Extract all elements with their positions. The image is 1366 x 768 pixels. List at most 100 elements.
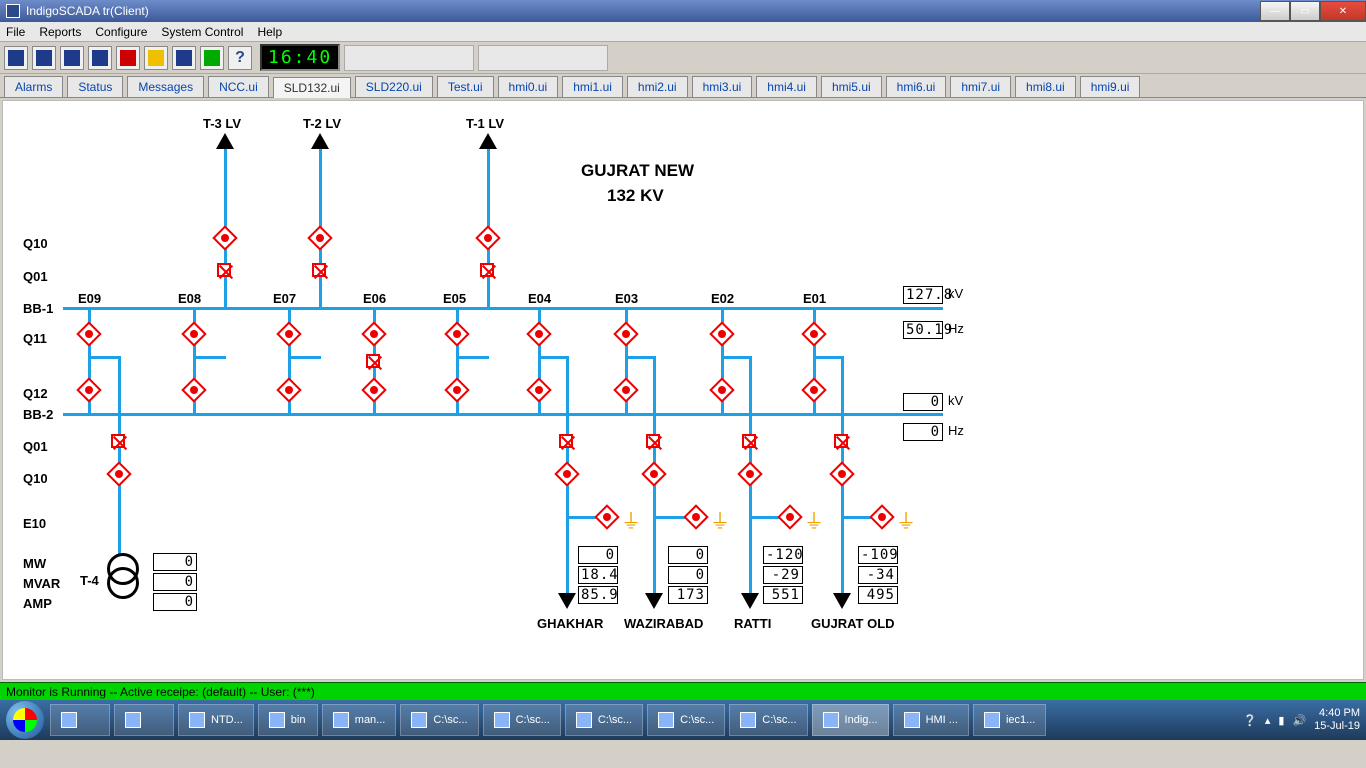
q10b-e04[interactable] [554, 461, 579, 486]
task-bin[interactable]: bin [258, 704, 318, 736]
q10-e08-disc[interactable] [212, 225, 237, 250]
tool-icon-1[interactable] [4, 46, 28, 70]
task-ie[interactable] [50, 704, 110, 736]
tab-sld220[interactable]: SLD220.ui [355, 76, 433, 97]
tab-hmi2[interactable]: hmi2.ui [627, 76, 688, 97]
e10-e04-gnd-disc[interactable] [594, 504, 619, 529]
menu-configure[interactable]: Configure [95, 25, 147, 39]
arrow-ghakhar [558, 593, 576, 609]
e10-e03-gnd-disc[interactable] [683, 504, 708, 529]
tab-hmi6[interactable]: hmi6.ui [886, 76, 947, 97]
tab-status[interactable]: Status [67, 76, 123, 97]
q11-e02[interactable] [709, 321, 734, 346]
doc-icon [411, 712, 427, 728]
task-explorer[interactable] [114, 704, 174, 736]
e01-h [813, 356, 843, 359]
tab-hmi7[interactable]: hmi7.ui [950, 76, 1011, 97]
q10b-e02[interactable] [737, 461, 762, 486]
q12-e01[interactable] [801, 377, 826, 402]
task-iec[interactable]: iec1... [973, 704, 1046, 736]
q11-e05[interactable] [444, 321, 469, 346]
q12-e07[interactable] [276, 377, 301, 402]
q12-e08[interactable] [181, 377, 206, 402]
tray-up-icon[interactable]: ▴ [1265, 714, 1271, 727]
task-man[interactable]: man... [322, 704, 397, 736]
tray-time[interactable]: 4:40 PM [1314, 707, 1360, 720]
q12-e02[interactable] [709, 377, 734, 402]
q10-e07-disc[interactable] [307, 225, 332, 250]
task-sc4[interactable]: C:\sc... [647, 704, 725, 736]
tab-test[interactable]: Test.ui [437, 76, 494, 97]
tab-ncc[interactable]: NCC.ui [208, 76, 269, 97]
q11-e03[interactable] [613, 321, 638, 346]
menu-help[interactable]: Help [257, 25, 282, 39]
q01b-e01[interactable] [834, 434, 848, 448]
brk-e06-coupler[interactable] [366, 354, 380, 368]
tab-hmi5[interactable]: hmi5.ui [821, 76, 882, 97]
wazirabad-amp: 173 [668, 586, 708, 604]
q01b-e02[interactable] [742, 434, 756, 448]
q11-e09[interactable] [76, 321, 101, 346]
task-sc1[interactable]: C:\sc... [400, 704, 478, 736]
tray-help-icon[interactable]: ❔ [1243, 714, 1257, 727]
q11-e01[interactable] [801, 321, 826, 346]
q11-e04[interactable] [526, 321, 551, 346]
tool-icon-5[interactable] [116, 46, 140, 70]
q10b-e03[interactable] [641, 461, 666, 486]
tab-hmi0[interactable]: hmi0.ui [498, 76, 559, 97]
t4-label: T-4 [80, 573, 99, 588]
task-sc2[interactable]: C:\sc... [483, 704, 561, 736]
minimize-button[interactable]: — [1260, 1, 1290, 21]
q10b-e09[interactable] [106, 461, 131, 486]
menu-reports[interactable]: Reports [39, 25, 81, 39]
e10-e02-gnd-disc[interactable] [777, 504, 802, 529]
q10-e05-disc[interactable] [475, 225, 500, 250]
task-ntd[interactable]: NTD... [178, 704, 254, 736]
task-sc5[interactable]: C:\sc... [729, 704, 807, 736]
tool-icon-7[interactable] [172, 46, 196, 70]
tab-sld132[interactable]: SLD132.ui [273, 77, 351, 98]
start-button[interactable] [6, 701, 44, 739]
q10b-e01[interactable] [829, 461, 854, 486]
q12-e06[interactable] [361, 377, 386, 402]
bb1-kv-unit: kV [948, 286, 963, 301]
tray-network-icon[interactable]: ▮ [1278, 714, 1284, 727]
maximize-button[interactable]: ▭ [1290, 1, 1320, 21]
q12-e04[interactable] [526, 377, 551, 402]
q12-e03[interactable] [613, 377, 638, 402]
help-icon[interactable]: ? [228, 46, 252, 70]
q01-e05-brk[interactable] [480, 263, 494, 277]
close-button[interactable]: ✕ [1320, 1, 1366, 21]
tool-icon-8[interactable] [200, 46, 224, 70]
q12-e05[interactable] [444, 377, 469, 402]
tool-icon-3[interactable] [60, 46, 84, 70]
tab-messages[interactable]: Messages [127, 76, 204, 97]
menu-system-control[interactable]: System Control [161, 25, 243, 39]
q01b-e03[interactable] [646, 434, 660, 448]
tool-icon-4[interactable] [88, 46, 112, 70]
tray-volume-icon[interactable]: 🔊 [1292, 714, 1306, 727]
q12-e09[interactable] [76, 377, 101, 402]
tray-date[interactable]: 15-Jul-19 [1314, 720, 1360, 733]
tab-hmi4[interactable]: hmi4.ui [756, 76, 817, 97]
q11-e07[interactable] [276, 321, 301, 346]
q11-e06[interactable] [361, 321, 386, 346]
tool-icon-2[interactable] [32, 46, 56, 70]
e02-h [721, 356, 751, 359]
task-hmi[interactable]: HMI ... [893, 704, 969, 736]
task-sc3[interactable]: C:\sc... [565, 704, 643, 736]
q01b-e09[interactable] [111, 434, 125, 448]
q11-e08[interactable] [181, 321, 206, 346]
menu-file[interactable]: File [6, 25, 25, 39]
q01b-e04[interactable] [559, 434, 573, 448]
tab-alarms[interactable]: Alarms [4, 76, 63, 97]
q01-e07-brk[interactable] [312, 263, 326, 277]
q01-e08-brk[interactable] [217, 263, 231, 277]
tab-hmi8[interactable]: hmi8.ui [1015, 76, 1076, 97]
e10-e01-gnd-disc[interactable] [869, 504, 894, 529]
task-indigo[interactable]: Indig... [812, 704, 889, 736]
tab-hmi9[interactable]: hmi9.ui [1080, 76, 1141, 97]
tab-hmi1[interactable]: hmi1.ui [562, 76, 623, 97]
tab-hmi3[interactable]: hmi3.ui [692, 76, 753, 97]
tool-icon-6[interactable] [144, 46, 168, 70]
